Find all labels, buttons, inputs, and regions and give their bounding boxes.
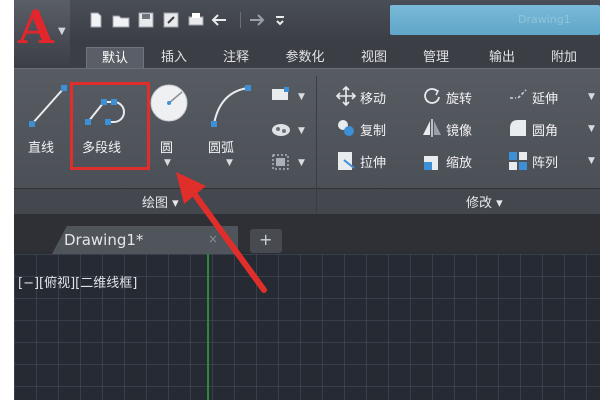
chevron-down-icon: ▼: [58, 26, 66, 37]
tab-parametric[interactable]: 参数化: [276, 47, 334, 68]
viewport-controls-label[interactable]: [−][俯视][二维线框]: [18, 272, 137, 291]
qat-menu-icon[interactable]: [270, 10, 290, 30]
ribbon-tab-bar: 默认 插入 注释 参数化 视图 管理 输出 附加: [14, 44, 600, 69]
mirror-tool-label: 镜像: [446, 124, 473, 139]
arc-tool-label: 圆弧: [208, 141, 235, 156]
stretch-tool-label: 拉伸: [360, 156, 387, 171]
toolbar-divider: [240, 12, 241, 28]
mirror-icon: [423, 119, 441, 137]
save-icon[interactable]: [136, 10, 156, 30]
new-icon[interactable]: [86, 10, 106, 30]
fillet-dropdown-icon[interactable]: ▼: [588, 124, 595, 134]
undo-icon[interactable]: [211, 10, 231, 30]
circle-icon: [150, 84, 188, 122]
array-dropdown-icon[interactable]: ▼: [588, 156, 595, 166]
move-icon: [335, 85, 357, 107]
extend-icon: [510, 89, 527, 99]
rotate-icon: [424, 88, 440, 104]
rotate-tool-label: 旋转: [446, 92, 473, 107]
stretch-icon: [338, 152, 355, 170]
autocad-window: A ▼ Drawing1 默认 插入 注释 参数化 视图 管理 输出 附加 直线: [14, 0, 600, 400]
tab-default[interactable]: 默认: [86, 47, 144, 69]
autocad-logo: A: [18, 0, 54, 54]
move-tool-label: 移动: [360, 92, 387, 107]
quick-access-toolbar: [86, 8, 295, 32]
tab-annotate[interactable]: 注释: [214, 47, 258, 68]
print-icon[interactable]: [186, 10, 206, 30]
fillet-tool-label: 圆角: [532, 124, 559, 139]
title-box: Drawing1: [390, 5, 600, 35]
panel-divider: [316, 76, 317, 188]
application-menu-button[interactable]: A ▼: [14, 0, 70, 66]
modify-panel-title[interactable]: 修改 ▾: [466, 192, 503, 211]
saveas-icon[interactable]: [161, 10, 181, 30]
redo-icon[interactable]: [245, 10, 265, 30]
highlight-box: [70, 82, 150, 170]
arc-dropdown-icon[interactable]: ▼: [226, 158, 233, 168]
rectangle-dropdown-icon[interactable]: ▼: [298, 92, 305, 102]
circle-dropdown-icon[interactable]: ▼: [164, 158, 171, 168]
tab-addins[interactable]: 附加: [542, 47, 586, 68]
circle-tool-label: 圆: [160, 141, 174, 156]
fillet-icon: [510, 120, 526, 136]
scale-tool-label: 缩放: [446, 156, 473, 171]
array-tool-label: 阵列: [532, 156, 559, 171]
open-icon[interactable]: [111, 10, 131, 30]
line-tool-label: 直线: [28, 141, 55, 156]
tab-output[interactable]: 输出: [480, 47, 524, 68]
extend-tool-label: 延伸: [532, 92, 559, 107]
extend-dropdown-icon[interactable]: ▼: [588, 92, 595, 102]
copy-icon: [338, 120, 354, 136]
window-title: Drawing1: [518, 13, 571, 26]
boundary-dropdown-icon[interactable]: ▼: [298, 158, 305, 168]
hatch-dropdown-icon[interactable]: ▼: [298, 126, 305, 136]
copy-tool-label: 复制: [360, 124, 387, 139]
array-icon: [509, 152, 527, 170]
document-tab-label: Drawing1*: [64, 231, 144, 249]
scale-icon: [424, 156, 438, 170]
tab-manage[interactable]: 管理: [414, 47, 458, 68]
panel-title-bar: [14, 188, 600, 215]
boundary-icon: [272, 154, 289, 170]
annotation-arrow: [176, 172, 267, 293]
hatch-icon: [272, 124, 290, 136]
arc-icon: [211, 85, 251, 127]
tab-view[interactable]: 视图: [352, 47, 396, 68]
line-icon: [29, 85, 67, 127]
tab-insert[interactable]: 插入: [152, 47, 196, 68]
rectangle-icon: [272, 87, 289, 100]
panel-title-divider: [316, 188, 317, 214]
